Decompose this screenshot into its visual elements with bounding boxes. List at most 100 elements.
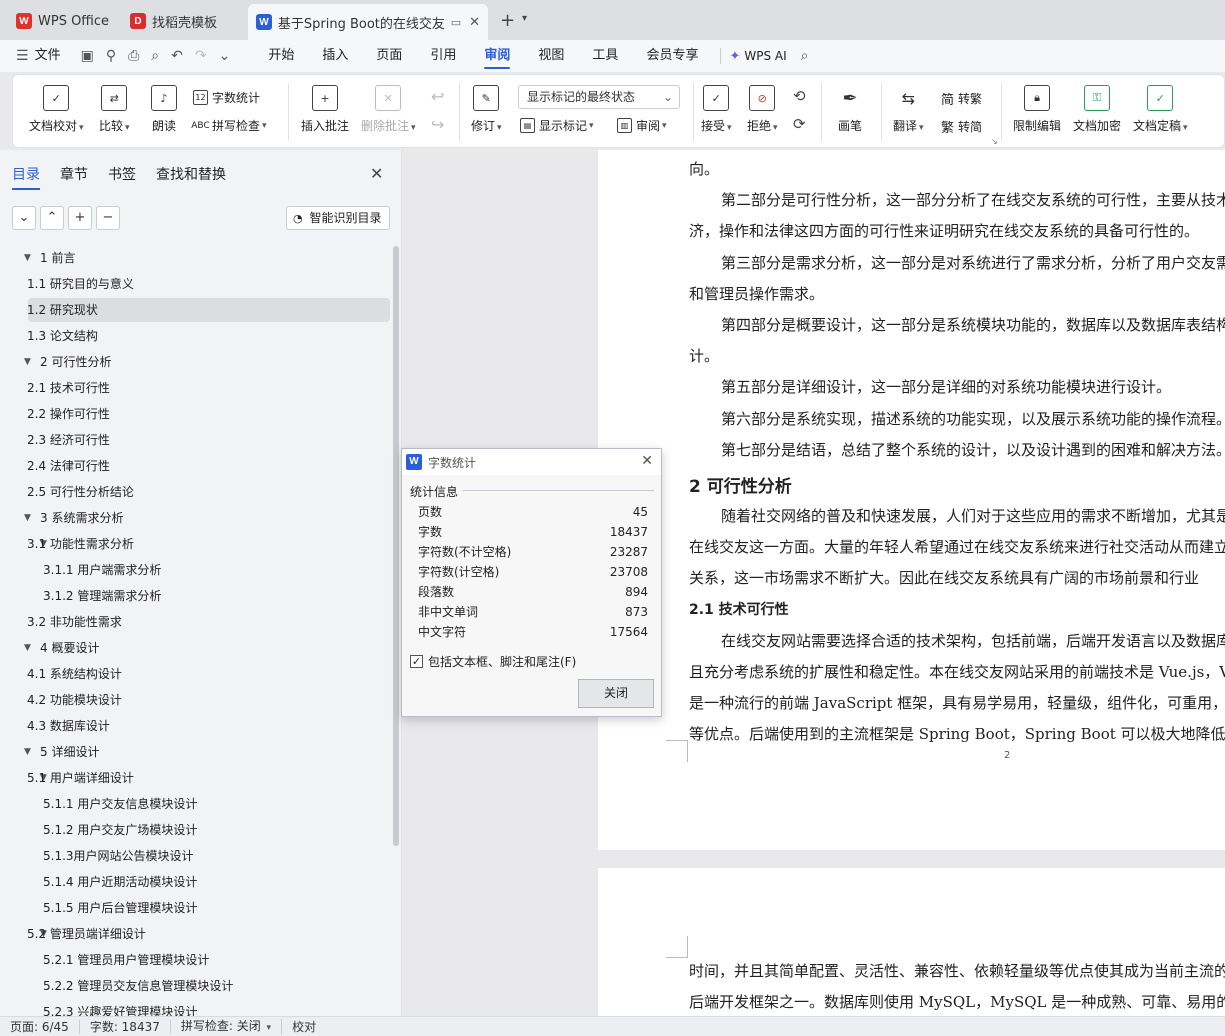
toc-item[interactable]: 5.2.2 管理员交友信息管理模块设计 xyxy=(28,974,390,998)
toc-item[interactable]: 4.3 数据库设计 xyxy=(27,714,390,738)
toc-item[interactable]: 3.1.1 用户端需求分析 xyxy=(28,558,390,582)
save-icon[interactable]: ▣ xyxy=(75,48,100,64)
markup-state-select[interactable]: 显示标记的最终状态 ⌄ xyxy=(518,85,680,109)
spell-check-button[interactable]: ABC 拼写检查 ▾ xyxy=(191,117,266,134)
review-pane-button[interactable]: ▥ 审阅 ▾ xyxy=(617,117,667,134)
show-markup-button[interactable]: ▤ 显示标记 ▾ xyxy=(520,117,594,134)
menu-file[interactable]: 文件 xyxy=(35,40,75,72)
expand-triangle-icon[interactable]: ▼ xyxy=(24,636,31,660)
finalize-button[interactable]: ✓ 文档定稿 ▾ xyxy=(1133,85,1188,134)
toc-item[interactable]: ▼ 2 可行性分析 xyxy=(24,350,390,374)
expand-level-button[interactable]: ⌄ xyxy=(12,206,36,230)
menu-tools[interactable]: 工具 xyxy=(578,40,632,72)
toc-item[interactable]: 3.2 非功能性需求 xyxy=(27,610,390,634)
word-count-indicator[interactable]: 字数: 18437 xyxy=(80,1019,171,1034)
to-simplified-button[interactable]: 繁 转简 xyxy=(941,117,982,136)
menu-view[interactable]: 视图 xyxy=(524,40,578,72)
print-preview-icon[interactable]: ⌕ xyxy=(145,48,165,64)
compare-button[interactable]: ⇄ 比较 ▾ xyxy=(99,85,130,134)
read-aloud-button[interactable]: ♪ 朗读 xyxy=(151,85,177,134)
toc-item[interactable]: 5.1.4 用户近期活动模块设计 xyxy=(28,870,390,894)
include-notes-checkbox[interactable]: ✓ 包括文本框、脚注和尾注(F) xyxy=(410,653,576,670)
expand-triangle-icon[interactable]: ▼ xyxy=(24,506,31,530)
expand-triangle-icon[interactable]: ▼ xyxy=(24,740,31,764)
toc-item[interactable]: 2.3 经济可行性 xyxy=(27,428,390,452)
toc-item[interactable]: 5.1.3用户网站公告模块设计 xyxy=(28,844,390,868)
toc-item[interactable]: 2.2 操作可行性 xyxy=(27,402,390,426)
hamburger-icon[interactable]: ☰ xyxy=(0,48,35,64)
to-traditional-button[interactable]: 简 转繁 xyxy=(941,89,982,108)
close-button[interactable]: 关闭 xyxy=(578,679,654,708)
remove-heading-button[interactable]: − xyxy=(96,206,120,230)
encrypt-button[interactable]: ⚿ 文档加密 xyxy=(1073,85,1121,134)
accept-button[interactable]: ✓ 接受 ▾ xyxy=(701,85,732,134)
page-indicator[interactable]: 页面: 6/45 xyxy=(0,1019,80,1034)
pen-button[interactable]: ✒ 画笔 xyxy=(837,85,863,134)
close-tab-icon[interactable]: ✕ xyxy=(469,15,480,30)
menu-member[interactable]: 会员专享 xyxy=(632,40,712,72)
tab-wps-office[interactable]: W WPS Office xyxy=(8,6,117,36)
toc-item[interactable]: ▼ 3.1 功能性需求分析 xyxy=(27,532,390,556)
close-pane-icon[interactable]: ✕ xyxy=(370,164,383,183)
smart-toc-button[interactable]: ◔ 智能识别目录 xyxy=(286,206,390,230)
tab-docer-templates[interactable]: D 找稻壳模板 xyxy=(122,6,225,36)
dialog-launcher-icon[interactable]: ↘ xyxy=(991,137,998,146)
reject-button[interactable]: ⊘ 拒绝 ▾ xyxy=(747,85,778,134)
tab-find-replace[interactable]: 查找和替换 xyxy=(156,164,226,190)
undo-icon[interactable]: ↶ xyxy=(165,48,189,64)
toc-scrollbar[interactable] xyxy=(393,246,399,846)
tab-list-chevron-icon[interactable]: ▾ xyxy=(522,13,527,24)
toc-item[interactable]: ▼ 3 系统需求分析 xyxy=(24,506,390,530)
toc-item[interactable]: 2.4 法律可行性 xyxy=(27,454,390,478)
toc-item[interactable]: 5.1.1 用户交友信息模块设计 xyxy=(28,792,390,816)
word-count-button[interactable]: 12 字数统计 xyxy=(193,89,260,106)
toc-item[interactable]: 5.2.3 兴趣爱好管理模块设计 xyxy=(28,1000,390,1016)
toc-item[interactable]: 3.1.2 管理端需求分析 xyxy=(28,584,390,608)
toc-item[interactable]: ▼ 1 前言 xyxy=(24,246,390,270)
print-icon[interactable]: ⎙ xyxy=(122,48,145,64)
menu-home[interactable]: 开始 xyxy=(254,40,308,72)
prev-change-icon[interactable]: ⟲ xyxy=(793,87,806,105)
document-page[interactable]: 时间，并且其简单配置、灵活性、兼容性、依赖轻量级等优点使其成为当前主流的 后端开发… xyxy=(598,868,1225,1016)
toc-item[interactable]: 1.1 研究目的与意义 xyxy=(27,272,390,296)
doc-check-button[interactable]: ✓ 文档校对 ▾ xyxy=(29,85,84,134)
toc-item[interactable]: 5.1.5 用户后台管理模块设计 xyxy=(28,896,390,920)
more-chevron-icon[interactable]: ⌄ xyxy=(213,48,237,64)
toc-item[interactable]: ▼ 5.2 管理员端详细设计 xyxy=(27,922,390,946)
toc-item[interactable]: 1.2 研究现状 xyxy=(27,298,390,322)
tab-sections[interactable]: 章节 xyxy=(60,164,88,190)
toc-item[interactable]: ▼ 4 概要设计 xyxy=(24,636,390,660)
toc-item[interactable]: 5.1.2 用户交友广场模块设计 xyxy=(28,818,390,842)
toc-item[interactable]: 5.2.1 管理员用户管理模块设计 xyxy=(28,948,390,972)
insert-comment-button[interactable]: + 插入批注 xyxy=(301,85,349,134)
search-icon[interactable]: ⌕ xyxy=(795,48,815,64)
toc-item[interactable]: 4.1 系统结构设计 xyxy=(27,662,390,686)
document-page[interactable]: 2 向。 第二部分是可行性分析，这一部分分析了在线交友系统的可行性，主要从技术，经… xyxy=(598,150,1225,850)
translate-button[interactable]: ⇆ 翻译 ▾ xyxy=(893,85,924,134)
toc-item[interactable]: 2.1 技术可行性 xyxy=(27,376,390,400)
tab-bookmarks[interactable]: 书签 xyxy=(108,164,136,190)
window-icon[interactable]: ▭ xyxy=(451,16,461,29)
spell-check-indicator[interactable]: 拼写检查: 关闭 ▾ xyxy=(171,1018,283,1035)
toc-item[interactable]: ▼ 5 详细设计 xyxy=(24,740,390,764)
collapse-level-button[interactable]: ⌃ xyxy=(40,206,64,230)
toc-item[interactable]: ▼ 5.1 用户端详细设计 xyxy=(27,766,390,790)
close-icon[interactable]: ✕ xyxy=(641,453,653,469)
proof-indicator[interactable]: 校对 xyxy=(282,1020,326,1034)
add-heading-button[interactable]: + xyxy=(68,206,92,230)
toc-item[interactable]: 4.2 功能模块设计 xyxy=(27,688,390,712)
new-tab-icon[interactable]: + xyxy=(500,10,515,31)
tab-current-document[interactable]: W 基于Spring Boot的在线交友系 ▭ ✕ xyxy=(248,4,488,40)
dialog-titlebar[interactable]: W 字数统计 ✕ xyxy=(402,449,661,475)
next-change-icon[interactable]: ⟳ xyxy=(793,115,806,133)
menu-references[interactable]: 引用 xyxy=(416,40,470,72)
wps-ai-button[interactable]: WPS AI xyxy=(744,49,786,63)
menu-insert[interactable]: 插入 xyxy=(308,40,362,72)
menu-review[interactable]: 审阅 xyxy=(470,40,524,72)
toc-item[interactable]: 2.5 可行性分析结论 xyxy=(27,480,390,504)
track-changes-button[interactable]: ✎ 修订 ▾ xyxy=(471,85,502,134)
menu-page[interactable]: 页面 xyxy=(362,40,416,72)
expand-triangle-icon[interactable]: ▼ xyxy=(24,246,31,270)
toc-item[interactable]: 1.3 论文结构 xyxy=(27,324,390,348)
delete-comment-button[interactable]: ✕ 删除批注 ▾ xyxy=(361,85,416,134)
